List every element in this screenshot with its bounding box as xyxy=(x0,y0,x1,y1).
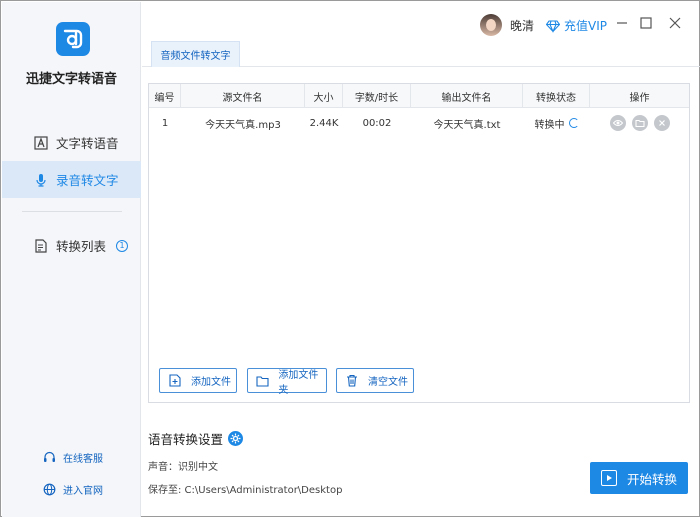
column-header: 编号 xyxy=(149,84,181,108)
minimize-icon xyxy=(616,17,628,32)
app-title: 迅捷文字转语音 xyxy=(25,72,117,87)
cell-index: 1 xyxy=(161,117,169,129)
clear-files-button[interactable]: 清空文件 xyxy=(336,368,414,393)
start-conversion-button[interactable]: 开始转换 xyxy=(590,462,688,494)
cell-operations xyxy=(590,112,689,134)
diamond-icon xyxy=(545,19,561,33)
official-site-label: 进入官网 xyxy=(63,485,103,497)
headset-icon xyxy=(42,450,56,464)
column-header: 大小 xyxy=(305,84,343,108)
add-folder-button[interactable]: 添加文件夹 xyxy=(247,368,327,396)
start-conversion-label: 开始转换 xyxy=(627,471,678,487)
cell-status: 转换中 xyxy=(523,112,590,134)
username[interactable]: 晚清 xyxy=(510,17,534,34)
clear-files-label: 清空文件 xyxy=(368,377,408,388)
tab-audio-to-text[interactable]: 音频文件转文字 xyxy=(151,41,240,67)
table-row[interactable]: 1 今天天气真.mp3 2.44K 00:02 今天天气真.txt 转换中 xyxy=(149,112,689,134)
file-list-panel: 编号 源文件名 大小 字数/时长 输出文件名 转换状态 操作 1 今天天气真.m… xyxy=(148,83,690,403)
trash-icon xyxy=(345,374,359,388)
globe-icon xyxy=(42,482,56,496)
sidebar-item-conversion-list[interactable]: 转换列表 1 xyxy=(2,227,141,264)
maximize-icon xyxy=(640,16,652,32)
online-support-link[interactable]: 在线客服 xyxy=(42,448,103,466)
column-header: 输出文件名 xyxy=(411,84,523,108)
cell-duration: 00:02 xyxy=(362,117,392,129)
vip-label: 充值VIP xyxy=(564,19,607,33)
delete-x-icon[interactable] xyxy=(653,115,670,131)
column-header: 转换状态 xyxy=(523,84,590,108)
sidebar: 迅捷文字转语音 文字转语音 录音转文字 转换列表 1 在线客服 进入官网 xyxy=(2,2,141,517)
settings-title-text: 语音转换设置 xyxy=(148,432,224,447)
maximize-button[interactable] xyxy=(635,13,657,35)
add-folder-label: 添加文件夹 xyxy=(278,369,319,396)
cell-output-file: 今天天气真.txt xyxy=(433,119,501,131)
sidebar-item-text-to-speech[interactable]: 文字转语音 xyxy=(2,124,141,161)
voice-setting: 声音：识别中文 xyxy=(148,462,218,473)
app-window: 迅捷文字转语音 文字转语音 录音转文字 转换列表 1 在线客服 进入官网 晚清 … xyxy=(0,0,700,517)
conversion-count-badge: 1 xyxy=(116,239,129,252)
save-path-setting: 保存至: C:\Users\Administrator\Desktop xyxy=(148,485,343,496)
tab-bar: 音频文件转文字 xyxy=(142,41,700,67)
table-header: 编号 源文件名 大小 字数/时长 输出文件名 转换状态 操作 xyxy=(149,84,689,108)
official-site-link[interactable]: 进入官网 xyxy=(42,480,103,498)
sidebar-item-label: 文字转语音 xyxy=(56,136,119,151)
open-folder-icon[interactable] xyxy=(631,115,648,131)
folder-icon xyxy=(256,374,269,388)
vip-recharge-button[interactable]: 充值VIP xyxy=(545,17,607,34)
microphone-icon xyxy=(33,172,49,188)
preview-eye-icon[interactable] xyxy=(609,115,626,131)
close-button[interactable] xyxy=(664,13,686,35)
minimize-button[interactable] xyxy=(611,13,633,35)
app-logo-icon xyxy=(56,22,90,56)
cell-source-file: 今天天气真.mp3 xyxy=(205,119,281,131)
column-header: 操作 xyxy=(629,92,650,104)
add-file-icon xyxy=(168,374,182,388)
sidebar-item-label: 录音转文字 xyxy=(56,173,119,188)
close-icon xyxy=(669,17,681,32)
sidebar-item-label: 转换列表 xyxy=(56,239,107,254)
add-file-label: 添加文件 xyxy=(191,377,231,388)
conversion-settings-title: 语音转换设置 xyxy=(148,429,244,448)
column-header: 字数/时长 xyxy=(343,84,411,108)
cell-size: 2.44K xyxy=(309,117,339,129)
sidebar-item-speech-to-text[interactable]: 录音转文字 xyxy=(2,161,141,198)
add-file-button[interactable]: 添加文件 xyxy=(159,368,237,393)
play-icon xyxy=(601,470,617,486)
online-support-label: 在线客服 xyxy=(63,453,103,465)
column-header: 源文件名 xyxy=(181,84,305,108)
text-a-icon xyxy=(33,135,49,151)
sidebar-divider xyxy=(22,211,122,212)
settings-gear-icon[interactable] xyxy=(228,431,244,446)
status-text: 转换中 xyxy=(534,119,565,131)
avatar[interactable] xyxy=(480,14,502,36)
list-doc-icon xyxy=(33,238,49,254)
loading-spinner-icon xyxy=(568,118,579,128)
